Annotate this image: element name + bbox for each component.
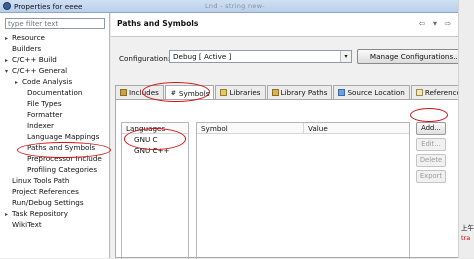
tree-item-file-types[interactable]: File Types xyxy=(5,98,108,109)
eclipse-icon xyxy=(3,2,11,10)
tree-item-builders[interactable]: Builders xyxy=(5,43,108,54)
delete-button[interactable]: Delete xyxy=(416,154,446,167)
tree-item-profiling-categories[interactable]: Profiling Categories xyxy=(5,164,108,175)
manage-configurations-button[interactable]: Manage Configurations... xyxy=(357,49,473,64)
tree-item-code-analysis[interactable]: ▸ Code Analysis xyxy=(5,76,108,87)
background-scrollbar xyxy=(458,0,474,258)
tree-item-cpp-build[interactable]: ▸ C/C++ Build xyxy=(5,54,108,65)
back-arrow-icon[interactable]: ⇦ xyxy=(417,19,427,28)
references-icon xyxy=(415,89,423,96)
tree-item-project-references[interactable]: Project References xyxy=(5,186,108,197)
tree-item-cpp-general[interactable]: ▾ C/C++ General xyxy=(5,65,108,76)
tree-item-formatter[interactable]: Formatter xyxy=(5,109,108,120)
tree-item-wikitext[interactable]: WikiText xyxy=(5,219,108,230)
background-side-text: 上午 tra xyxy=(461,224,474,242)
property-tree: ▸ Resource Builders ▸ C/C++ Build ▾ C/C++ G… xyxy=(5,32,108,230)
tree-item-language-mappings[interactable]: Language Mappings xyxy=(5,131,108,142)
source-folder-icon xyxy=(338,89,346,96)
tree-item-run-debug-settings[interactable]: Run/Debug Settings xyxy=(5,197,108,208)
annotation-ellipse-gnu-cpp xyxy=(124,128,186,150)
symbol-actions: Add... Edit... Delete Export xyxy=(416,122,446,183)
column-value[interactable]: Value xyxy=(304,123,328,133)
include-icon xyxy=(120,89,127,96)
tree-item-linux-tools-path[interactable]: Linux Tools Path xyxy=(5,175,108,186)
tab-source-location[interactable]: Source Location xyxy=(333,85,410,99)
tab-libraries[interactable]: Libraries xyxy=(215,85,266,99)
filter-input[interactable] xyxy=(5,18,105,29)
window-title: Properties for eeee xyxy=(14,1,83,11)
tree-item-resource[interactable]: ▸ Resource xyxy=(5,32,108,43)
export-button[interactable]: Export xyxy=(416,170,446,183)
tree-item-documentation[interactable]: Documentation xyxy=(5,87,108,98)
tree-item-task-repository[interactable]: ▸ Task Repository xyxy=(5,208,108,219)
annotation-ellipse-paths-and-symbols xyxy=(17,142,111,158)
symbols-panel: Languages GNU C GNU C++ Symbol Value Add… xyxy=(115,99,474,259)
annotation-ellipse-symbols-tab xyxy=(142,82,210,102)
tree-item-indexer[interactable]: Indexer xyxy=(5,120,108,131)
configuration-select[interactable]: Debug [ Active ] ▾ xyxy=(169,50,352,63)
configuration-value: Debug [ Active ] xyxy=(173,52,232,61)
library-icon xyxy=(220,89,228,96)
edit-button[interactable]: Edit... xyxy=(416,138,446,151)
background-editor-text: Lnd - string new- xyxy=(205,2,265,10)
symbols-table: Symbol Value xyxy=(196,122,410,259)
forward-arrow-icon[interactable]: ⇨ xyxy=(443,19,453,28)
annotation-ellipse-add-button xyxy=(410,108,448,122)
configuration-label: Configuration: xyxy=(119,54,171,63)
property-tree-pane: ▸Resource Builders ▸C/C++ Build ▾C/C++ G… xyxy=(0,13,110,258)
tab-library-paths[interactable]: Library Paths xyxy=(266,85,333,99)
folder-path-icon xyxy=(271,89,279,96)
page-header: Paths and Symbols ⇦ ▾ ⇨ ▾ xyxy=(111,13,474,37)
page-title: Paths and Symbols xyxy=(117,19,199,28)
chevron-down-icon[interactable]: ▾ xyxy=(340,51,351,62)
add-button[interactable]: Add... xyxy=(416,122,446,135)
back-dropdown-icon[interactable]: ▾ xyxy=(430,19,440,28)
column-symbol[interactable]: Symbol xyxy=(197,123,304,133)
symbols-table-header: Symbol Value xyxy=(197,123,409,134)
